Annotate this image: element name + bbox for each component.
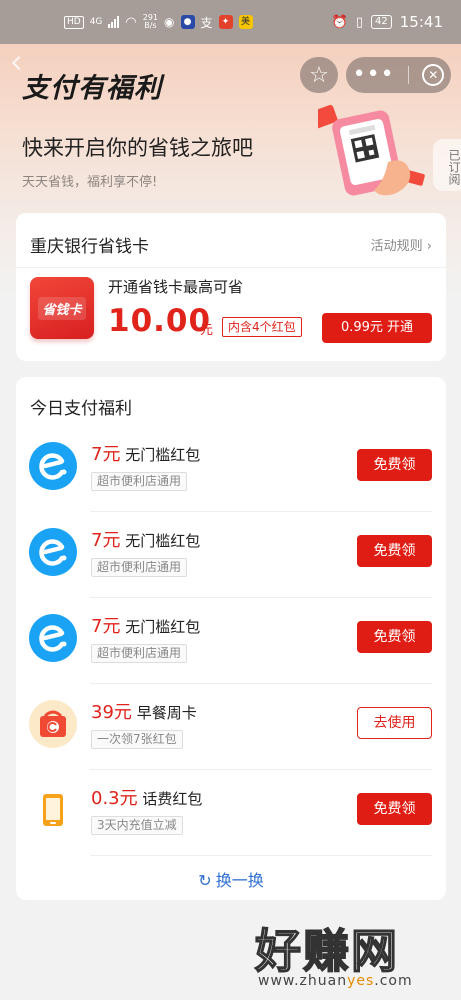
savings-card-icon-label: 省钱卡 <box>38 296 86 320</box>
hero-subline: 天天省钱，福利享不停! <box>22 175 158 190</box>
refresh-button[interactable]: ↻ 换一换 <box>16 867 446 891</box>
item-divider <box>90 855 432 856</box>
red-packet-badge: 内含4个红包 <box>222 317 302 337</box>
welfare-tag: 超市便利店通用 <box>91 644 188 663</box>
clock: 15:41 <box>399 13 443 31</box>
welfare-title: 39元 早餐周卡 <box>91 698 197 724</box>
today-welfare-title: 今日支付福利 <box>30 399 132 419</box>
mini-program-capsule[interactable]: ••• ✕ <box>346 57 451 93</box>
go-use-button[interactable]: 去使用 <box>357 707 432 739</box>
promo-line: 开通省钱卡最高可省 <box>108 278 244 296</box>
subscribed-tab[interactable]: 已订阅 <box>433 139 461 191</box>
welfare-item: 39元 早餐周卡 一次领7张红包 去使用 <box>16 684 446 770</box>
alarm-icon: ⏰ <box>331 14 348 30</box>
status-right: ⏰ ▯ 42 15:41 <box>332 13 443 31</box>
welfare-item: 7元 无门槛红包 超市便利店通用 免费领 <box>16 598 446 684</box>
speed-unit: B/s <box>144 21 157 30</box>
welfare-name: 无门槛红包 <box>125 618 201 636</box>
welfare-amount: 39元 <box>91 702 132 723</box>
network-speed: 291 B/s <box>143 14 158 30</box>
activity-rules-link[interactable]: 活动规则 › <box>371 235 432 254</box>
welfare-title: 7元 无门槛红包 <box>91 440 200 466</box>
site-watermark: 好赚网 www.zhuanyes.com <box>0 905 461 1000</box>
app-notification-icon: ● <box>180 15 195 29</box>
app-badge-icon: ✦ <box>218 15 233 29</box>
promo-unit: 元 <box>200 323 214 338</box>
page-title: 支付有福利 <box>22 73 162 104</box>
welfare-name: 话费红包 <box>142 790 203 808</box>
welfare-amount: 7元 <box>91 530 121 551</box>
eleme-icon <box>29 528 77 576</box>
claim-free-button[interactable]: 免费领 <box>357 793 432 825</box>
watermark-url-prefix: www.zhuan <box>258 973 348 989</box>
bank-card-title: 重庆银行省钱卡 <box>30 237 149 257</box>
welfare-tag: 超市便利店通用 <box>91 558 188 577</box>
alipay-icon: 支 <box>200 15 213 30</box>
signal-icon <box>108 16 120 28</box>
welfare-name: 无门槛红包 <box>125 532 201 550</box>
welfare-item: 0.3元 话费红包 3天内充值立减 免费领 <box>16 770 446 856</box>
watermark-url-suffix: .com <box>374 973 413 989</box>
claim-free-button[interactable]: 免费领 <box>357 621 432 653</box>
savings-card-icon: 省钱卡 <box>30 277 94 339</box>
welfare-title: 7元 无门槛红包 <box>91 612 200 638</box>
eleme-icon <box>29 442 77 490</box>
welfare-item: 7元 无门槛红包 超市便利店通用 免费领 <box>16 426 446 512</box>
open-card-button[interactable]: 0.99元 开通 <box>322 313 432 343</box>
hd-chip: HD <box>64 15 84 29</box>
today-welfare-card: 今日支付福利 7元 无门槛红包 超市便利店通用 免费领 7元 无门槛红包 超市便… <box>16 377 446 900</box>
refresh-label: 换一换 <box>215 871 264 890</box>
phone-qr-illustration-icon <box>318 104 425 196</box>
star-icon: ☆ <box>309 62 329 88</box>
welfare-item: 7元 无门槛红包 超市便利店通用 免费领 <box>16 512 446 598</box>
capsule-divider <box>407 66 409 84</box>
promo-amount: 10.00 <box>108 303 212 339</box>
hero-headline: 快来开启你的省钱之旅吧 <box>22 136 253 160</box>
welfare-amount: 7元 <box>91 444 121 465</box>
refresh-icon: ↻ <box>198 871 212 890</box>
more-icon[interactable]: ••• <box>353 64 395 86</box>
claim-free-button[interactable]: 免费领 <box>357 535 432 567</box>
watermark-url: www.zhuanyes.com <box>258 973 413 989</box>
eleme-icon <box>29 614 77 662</box>
card-divider <box>16 267 446 268</box>
welfare-name: 无门槛红包 <box>125 446 201 464</box>
welfare-amount: 7元 <box>91 616 121 637</box>
phone-icon <box>43 794 63 826</box>
welfare-title: 0.3元 话费红包 <box>91 784 202 810</box>
status-bar: HD 4G ◠ 291 B/s ◉ ● 支 ✦ 美 ⏰ ▯ 42 15:41 <box>0 0 461 44</box>
status-left: HD 4G ◠ 291 B/s ◉ ● 支 ✦ 美 <box>64 14 253 31</box>
welfare-tag: 3天内充值立减 <box>91 816 183 835</box>
watermark-url-highlight: yes <box>347 973 375 989</box>
battery-icon: 42 <box>371 15 392 29</box>
welfare-tag: 超市便利店通用 <box>91 472 188 491</box>
wifi-icon: ◠ <box>125 14 137 30</box>
close-circle-icon[interactable]: ✕ <box>422 64 445 86</box>
welfare-amount: 0.3元 <box>91 788 138 809</box>
welfare-tag: 一次领7张红包 <box>91 730 183 749</box>
welfare-name: 早餐周卡 <box>136 704 197 722</box>
claim-free-button[interactable]: 免费领 <box>357 449 432 481</box>
network-type: 4G <box>89 17 103 27</box>
favorite-button[interactable]: ☆ <box>300 57 338 93</box>
meituan-icon: 美 <box>238 15 253 29</box>
breakfast-bag-icon <box>29 700 77 748</box>
bank-savings-card: 重庆银行省钱卡 活动规则 › 省钱卡 开通省钱卡最高可省 10.00 元 内含4… <box>16 213 446 361</box>
wechat-icon: ◉ <box>164 15 175 29</box>
watermark-brand: 好赚网 <box>254 923 399 979</box>
welfare-title: 7元 无门槛红包 <box>91 526 200 552</box>
vibrate-icon: ▯ <box>355 14 364 30</box>
